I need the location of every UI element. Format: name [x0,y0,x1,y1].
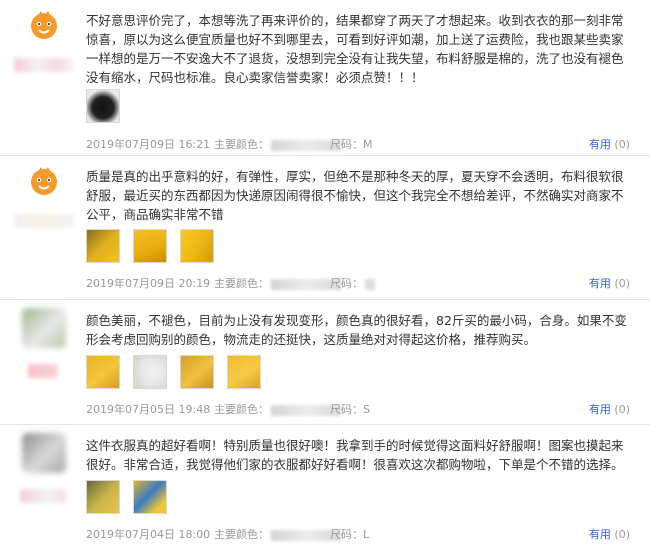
avatar-blurred [22,433,66,473]
review-meta: 2019年07月09日 16:21 主要颜色： 尺码：M 有用 (0) [86,137,630,153]
color-label: 主要颜色： [214,138,269,151]
review-content: 这件衣服真的超好看啊！特别质量也很好噢！我拿到手的时候觉得这面料好舒服啊！图案也… [86,436,632,474]
useful-vote: 有用 (0) [589,137,630,153]
useful-button[interactable]: 有用 [589,138,611,151]
review-size-field: 尺码：M [330,137,373,153]
review-text: 颜色美丽，不褪色，目前为止没有发现变形，颜色真的很好看，82斤买的最小码，合身。… [86,313,627,347]
useful-vote: 有用 (0) [589,402,630,418]
size-label: 尺码： [330,138,363,151]
review-text: 质量是真的出乎意料的好，有弹性，厚实，但绝不是那种冬天的厚，夏天穿不会透明，布料… [86,169,624,222]
color-label: 主要颜色： [214,403,269,416]
review-photos [86,355,269,391]
review-content: 不好意思评价完了，本想等洗了再来评价的，结果都穿了两天了才想起来。收到衣衣的那一… [86,11,632,87]
size-label: 尺码： [330,528,363,541]
review-content: 质量是真的出乎意料的好，有弹性，厚实，但绝不是那种冬天的厚，夏天穿不会透明，布料… [86,167,632,224]
reviewer-name-blurred [28,364,58,378]
reviewer-name-blurred [14,214,74,228]
review-size-field: 尺码： [330,276,375,292]
review-photos [86,229,222,265]
useful-vote: 有用 (0) [589,276,630,292]
review-photo-thumbnail[interactable] [86,355,120,389]
review-color-field: 主要颜色： [214,402,341,418]
review-photo-thumbnail[interactable] [180,355,215,389]
review-photo-thumbnail[interactable] [227,355,262,389]
review-photo-thumbnail[interactable] [133,355,168,389]
review-date: 2019年07月04日 18:00 [86,528,211,541]
useful-button[interactable]: 有用 [589,528,611,541]
size-value: L [363,528,370,541]
review-size-field: 尺码：S [330,402,370,418]
review-meta: 2019年07月04日 18:00 主要颜色： 尺码：L 有用 (0) [86,527,630,543]
color-label: 主要颜色： [214,528,269,541]
useful-count: (0) [614,528,630,541]
review-content: 颜色美丽，不褪色，目前为止没有发现变形，颜色真的很好看，82斤买的最小码，合身。… [86,311,632,349]
size-value: S [363,403,370,416]
reviewer-name-blurred [20,489,66,503]
useful-count: (0) [614,138,630,151]
review-date: 2019年07月09日 20:19 [86,277,211,290]
review-color-field: 主要颜色： [214,137,341,153]
color-label: 主要颜色： [214,277,269,290]
review-item: 质量是真的出乎意料的好，有弹性，厚实，但绝不是那种冬天的厚，夏天穿不会透明，布料… [0,156,650,300]
review-color-field: 主要颜色： [214,527,341,543]
review-date: 2019年07月05日 19:48 [86,403,211,416]
reviewer-name-blurred [14,58,74,72]
review-photo-thumbnail[interactable] [133,229,168,263]
review-size-field: 尺码：L [330,527,369,543]
review-photo-thumbnail[interactable] [133,480,168,514]
size-value: M [363,138,373,151]
useful-button[interactable]: 有用 [589,277,611,290]
review-item: 颜色美丽，不褪色，目前为止没有发现变形，颜色真的很好看，82斤买的最小码，合身。… [0,300,650,425]
review-item: 这件衣服真的超好看啊！特别质量也很好噢！我拿到手的时候觉得这面料好舒服啊！图案也… [0,425,650,555]
size-label: 尺码： [330,277,363,290]
review-photo-thumbnail[interactable] [86,480,120,514]
size-label: 尺码： [330,403,363,416]
review-photos [86,480,175,516]
review-photo-thumbnail[interactable] [180,229,215,263]
avatar-blurred [22,308,66,348]
review-color-field: 主要颜色： [214,276,341,292]
review-meta: 2019年07月09日 20:19 主要颜色： 尺码： 有用 (0) [86,276,630,292]
review-item: 不好意思评价完了，本想等洗了再来评价的，结果都穿了两天了才想起来。收到衣衣的那一… [0,0,650,156]
orange-mascot-icon [31,167,57,195]
review-photo-thumbnail[interactable] [86,89,120,123]
useful-count: (0) [614,277,630,290]
review-date: 2019年07月09日 16:21 [86,138,211,151]
review-text: 不好意思评价完了，本想等洗了再来评价的，结果都穿了两天了才想起来。收到衣衣的那一… [86,13,624,85]
review-text: 这件衣服真的超好看啊！特别质量也很好噢！我拿到手的时候觉得这面料好舒服啊！图案也… [86,438,624,472]
useful-button[interactable]: 有用 [589,403,611,416]
useful-vote: 有用 (0) [589,527,630,543]
review-photos [86,89,128,125]
size-value-blurred [365,278,375,290]
review-meta: 2019年07月05日 19:48 主要颜色： 尺码：S 有用 (0) [86,402,630,418]
review-photo-thumbnail[interactable] [86,229,120,263]
orange-mascot-icon [31,11,57,39]
useful-count: (0) [614,403,630,416]
